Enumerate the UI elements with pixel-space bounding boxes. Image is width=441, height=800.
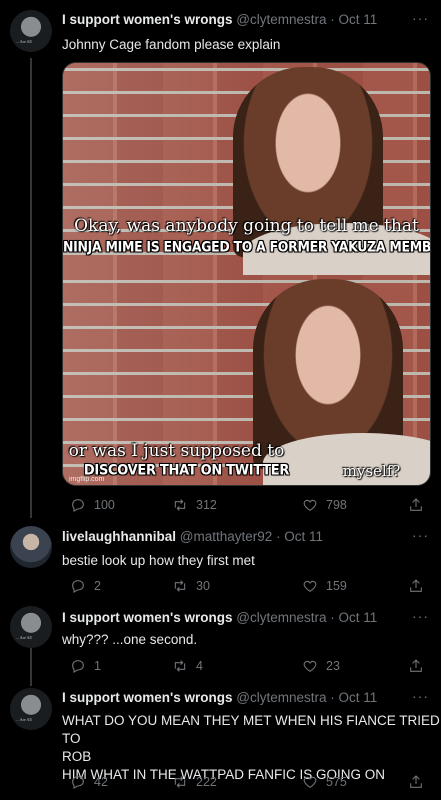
share-button[interactable] bbox=[408, 497, 424, 516]
heart-icon bbox=[303, 580, 317, 592]
tweet-actions: 1 4 23 bbox=[62, 658, 432, 676]
reply-icon bbox=[72, 776, 84, 789]
caption-line: myself? bbox=[342, 462, 401, 480]
like-button[interactable]: 23 bbox=[302, 658, 340, 674]
tweet[interactable]: ... Are All I support women's wrongs @cl… bbox=[0, 0, 441, 520]
display-name[interactable]: I support women's wrongs bbox=[62, 12, 232, 27]
timestamp[interactable]: Oct 11 bbox=[338, 610, 377, 625]
retweet-button[interactable]: 30 bbox=[172, 578, 210, 594]
caption-line: NINJA MIME IS ENGAGED TO A FORMER YAKUZA… bbox=[63, 238, 430, 255]
reply-count: 100 bbox=[94, 498, 115, 512]
caption-line: Okay, was anybody going to tell me that bbox=[74, 216, 419, 236]
tweet-header: I support women's wrongs @clytemnestra ·… bbox=[62, 12, 377, 27]
imgflip-watermark: imgflip.com bbox=[69, 476, 105, 483]
share-icon bbox=[410, 498, 422, 511]
handle[interactable]: @matthayter92 bbox=[180, 529, 273, 544]
like-button[interactable]: 798 bbox=[302, 497, 347, 513]
tweet-header: I support women's wrongs @clytemnestra ·… bbox=[62, 610, 377, 625]
retweet-button[interactable]: 4 bbox=[172, 658, 203, 674]
avatar-caption: ... Are All bbox=[16, 635, 32, 640]
share-button[interactable] bbox=[408, 578, 424, 597]
like-count: 575 bbox=[326, 775, 347, 789]
reply-count: 42 bbox=[94, 775, 108, 789]
like-button[interactable]: 575 bbox=[302, 774, 347, 790]
separator: · bbox=[326, 690, 339, 705]
timestamp[interactable]: Oct 11 bbox=[338, 12, 377, 27]
reply-icon bbox=[72, 499, 84, 512]
like-count: 23 bbox=[326, 659, 340, 673]
retweet-count: 222 bbox=[196, 775, 217, 789]
reply-icon bbox=[72, 660, 84, 673]
share-button[interactable] bbox=[408, 658, 424, 677]
separator: · bbox=[326, 610, 339, 625]
retweet-button[interactable]: 222 bbox=[172, 774, 217, 790]
like-count: 798 bbox=[326, 498, 347, 512]
separator: · bbox=[272, 529, 285, 544]
display-name[interactable]: I support women's wrongs bbox=[62, 610, 232, 625]
handle[interactable]: @clytemnestra bbox=[236, 610, 326, 625]
retweet-count: 312 bbox=[196, 498, 217, 512]
share-icon bbox=[410, 775, 422, 788]
share-icon bbox=[410, 659, 422, 672]
more-options-icon[interactable]: ··· bbox=[412, 688, 429, 704]
tweet-header: I support women's wrongs @clytemnestra ·… bbox=[62, 690, 377, 705]
tweet-text: bestie look up how they first met bbox=[62, 552, 255, 570]
tweet-actions: 42 222 575 bbox=[62, 774, 432, 792]
tweet-media[interactable]: Okay, was anybody going to tell me that … bbox=[62, 62, 431, 486]
tweet-text-line: why??? ...one second. bbox=[62, 632, 198, 647]
separator: · bbox=[326, 12, 339, 27]
like-button[interactable]: 159 bbox=[302, 578, 347, 594]
like-count: 159 bbox=[326, 579, 347, 593]
retweet-icon bbox=[174, 776, 186, 788]
tweet-text-line: Johnny Cage fandom please explain bbox=[62, 37, 281, 52]
display-name[interactable]: livelaughhannibal bbox=[62, 529, 176, 544]
tweet-actions: 100 312 798 bbox=[62, 497, 432, 515]
timestamp[interactable]: Oct 11 bbox=[338, 690, 377, 705]
reply-icon bbox=[72, 580, 84, 593]
retweet-icon bbox=[174, 660, 186, 672]
meme-panel-bottom: or was I just supposed to DISCOVER THAT … bbox=[63, 275, 430, 485]
avatar-caption: ... Are All bbox=[16, 717, 32, 722]
avatar[interactable] bbox=[10, 526, 52, 568]
tweet-text-line: ROB bbox=[62, 749, 92, 764]
reply-button[interactable]: 1 bbox=[70, 658, 101, 674]
caption-line: or was I just supposed to bbox=[68, 441, 285, 461]
reply-button[interactable]: 100 bbox=[70, 497, 115, 513]
tweet-actions: 2 30 159 bbox=[62, 578, 432, 596]
avatar[interactable]: ... Are All bbox=[10, 10, 52, 52]
share-icon bbox=[410, 579, 422, 592]
more-options-icon[interactable]: ··· bbox=[412, 527, 429, 543]
reply-button[interactable]: 42 bbox=[70, 774, 108, 790]
timestamp[interactable]: Oct 11 bbox=[284, 529, 323, 544]
retweet-count: 30 bbox=[196, 579, 210, 593]
avatar[interactable]: ... Are All bbox=[10, 688, 52, 730]
more-options-icon[interactable]: ··· bbox=[412, 608, 429, 624]
tweet-text-line: bestie look up how they first met bbox=[62, 553, 255, 568]
tweet[interactable]: livelaughhannibal @matthayter92 · Oct 11… bbox=[0, 520, 441, 610]
tweet-header: livelaughhannibal @matthayter92 · Oct 11 bbox=[62, 529, 323, 544]
share-button[interactable] bbox=[408, 774, 424, 793]
tweet-text: Johnny Cage fandom please explain bbox=[62, 36, 280, 54]
handle[interactable]: @clytemnestra bbox=[236, 690, 326, 705]
retweet-icon bbox=[174, 499, 186, 511]
reply-button[interactable]: 2 bbox=[70, 578, 101, 594]
reply-count: 2 bbox=[94, 579, 101, 593]
retweet-button[interactable]: 312 bbox=[172, 497, 217, 513]
heart-icon bbox=[303, 660, 317, 672]
heart-icon bbox=[303, 776, 317, 788]
more-options-icon[interactable]: ··· bbox=[412, 10, 429, 26]
avatar[interactable]: ... Are All bbox=[10, 606, 52, 648]
display-name[interactable]: I support women's wrongs bbox=[62, 690, 232, 705]
avatar-caption: ... Are All bbox=[16, 39, 32, 44]
meme-panel-top: Okay, was anybody going to tell me that … bbox=[63, 63, 430, 275]
heart-icon bbox=[303, 499, 317, 511]
tweet[interactable]: ... Are All I support women's wrongs @cl… bbox=[0, 600, 441, 685]
tweet-text: why??? ...one second. bbox=[62, 631, 197, 649]
reply-count: 1 bbox=[94, 659, 101, 673]
tweet-text-line: WHAT DO YOU MEAN THEY MET WHEN HIS FIANC… bbox=[62, 713, 440, 746]
retweet-icon bbox=[174, 580, 186, 592]
handle[interactable]: @clytemnestra bbox=[236, 12, 326, 27]
tweet[interactable]: ... Are All I support women's wrongs @cl… bbox=[0, 680, 441, 800]
retweet-count: 4 bbox=[196, 659, 203, 673]
